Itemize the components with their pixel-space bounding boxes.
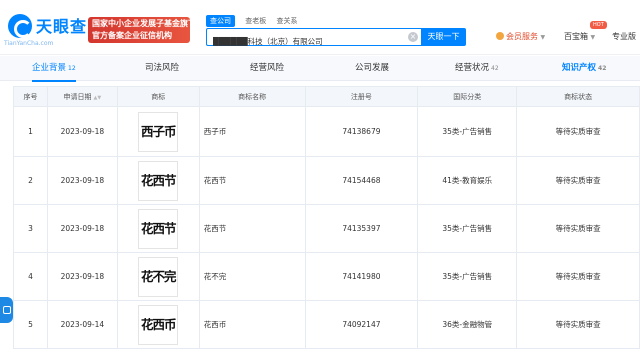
row-reg-no: 74135397 bbox=[304, 204, 419, 253]
chevron-down-icon: ▼ bbox=[590, 34, 596, 41]
col-header-status: 商标状态 bbox=[516, 86, 640, 107]
row-class: 41类-教育娱乐 bbox=[417, 156, 518, 205]
row-index: 1 bbox=[13, 106, 48, 157]
tianyancha-logo[interactable]: 天眼查 TianYanCha.com bbox=[4, 12, 86, 48]
hot-badge: HOT bbox=[590, 21, 607, 29]
promo-banner[interactable]: 国家中小企业发展子基金旗下 官方备案企业征信机构 bbox=[88, 17, 190, 43]
row-mark-name[interactable]: 西子币 bbox=[198, 106, 306, 157]
search-type-tabs: 查公司 查老板 查关系 bbox=[206, 15, 305, 27]
search-box: × bbox=[206, 28, 421, 50]
search-input[interactable] bbox=[207, 33, 421, 50]
tab-label: 企业背景 bbox=[32, 63, 67, 73]
crown-icon bbox=[496, 32, 504, 40]
row-class: 35类-广告销售 bbox=[417, 252, 518, 301]
row-index: 2 bbox=[13, 156, 48, 205]
row-mark-name[interactable]: 花西节 bbox=[198, 156, 306, 205]
tab-count: 12 bbox=[68, 65, 76, 72]
col-header-date-label: 申请日期 bbox=[63, 92, 92, 101]
row-mark-image[interactable]: 花不完 bbox=[116, 252, 200, 301]
trademark-image: 花西币 bbox=[138, 304, 179, 345]
section-tabs: 企业背景 12 司法风险 经营风险 公司发展 经营状况 42 知识产权 42 bbox=[0, 56, 640, 82]
row-mark-image[interactable]: 花西节 bbox=[116, 204, 200, 253]
col-header-class: 国际分类 bbox=[417, 86, 518, 107]
tab-label: 知识产权 bbox=[562, 63, 597, 73]
search-tab-relation[interactable]: 查关系 bbox=[276, 16, 297, 26]
trademark-image: 西子币 bbox=[138, 111, 179, 152]
top-header: 天眼查 TianYanCha.com 国家中小企业发展子基金旗下 官方备案企业征… bbox=[0, 0, 640, 55]
row-mark-name[interactable]: 花西节 bbox=[198, 204, 306, 253]
row-index: 3 bbox=[13, 204, 48, 253]
trademark-table: 序号 申请日期 ▲▼ 商标 商标名称 注册号 国际分类 商标状态 1 2023-0… bbox=[13, 86, 640, 349]
row-status: 等待实质审查 bbox=[516, 204, 640, 253]
col-header-reg-no: 注册号 bbox=[304, 86, 419, 107]
row-mark-image[interactable]: 西子币 bbox=[116, 106, 200, 157]
clear-icon[interactable]: × bbox=[408, 32, 418, 42]
row-status: 等待实质审查 bbox=[516, 156, 640, 205]
row-reg-no: 74154468 bbox=[304, 156, 419, 205]
tab-judicial-risk[interactable]: 司法风险 bbox=[145, 56, 179, 81]
search-tab-boss[interactable]: 查老板 bbox=[245, 16, 266, 26]
row-date: 2023-09-18 bbox=[46, 106, 118, 157]
floating-chat-button[interactable] bbox=[0, 297, 13, 323]
table-row[interactable]: 5 2023-09-14 花西币 花西币 74092147 36类-金融物管 等… bbox=[13, 300, 640, 349]
tab-label: 经营风险 bbox=[250, 63, 285, 73]
row-class: 35类-广告销售 bbox=[417, 204, 518, 253]
row-date: 2023-09-18 bbox=[46, 156, 118, 205]
row-reg-no: 74138679 bbox=[304, 106, 419, 157]
trademark-image: 花西节 bbox=[138, 160, 179, 201]
col-header-date[interactable]: 申请日期 ▲▼ bbox=[46, 86, 118, 107]
row-status: 等待实质审查 bbox=[516, 252, 640, 301]
logo-eye-icon bbox=[8, 14, 32, 38]
tab-label: 公司发展 bbox=[355, 63, 390, 73]
row-mark-image[interactable]: 花西币 bbox=[116, 300, 200, 349]
toolbox-label: 百宝箱 bbox=[564, 32, 588, 41]
row-mark-name[interactable]: 花不完 bbox=[198, 252, 306, 301]
vip-service-menu[interactable]: 会员服务 ▼ bbox=[496, 31, 545, 42]
vip-label: 会员服务 bbox=[506, 32, 538, 41]
promo-line-2: 官方备案企业征信机构 bbox=[92, 31, 172, 40]
chevron-down-icon: ▼ bbox=[540, 34, 546, 41]
table-row[interactable]: 1 2023-09-18 西子币 西子币 74138679 35类-广告销售 等… bbox=[13, 106, 640, 157]
tab-count: 42 bbox=[598, 65, 607, 72]
row-index: 5 bbox=[13, 300, 48, 349]
tab-label: 司法风险 bbox=[145, 63, 180, 73]
row-class: 36类-金融物管 bbox=[417, 300, 518, 349]
row-mark-image[interactable]: 花西节 bbox=[116, 156, 200, 205]
row-mark-name[interactable]: 花西币 bbox=[198, 300, 306, 349]
row-reg-no: 74141980 bbox=[304, 252, 419, 301]
logo-domain: TianYanCha.com bbox=[4, 40, 54, 47]
pro-edition-link[interactable]: 专业版 bbox=[612, 31, 636, 42]
row-date: 2023-09-14 bbox=[46, 300, 118, 349]
row-index: 4 bbox=[13, 252, 48, 301]
logo-text: 天眼查 bbox=[36, 17, 88, 36]
search-tab-company[interactable]: 查公司 bbox=[206, 15, 235, 27]
tab-intellectual-property[interactable]: 知识产权 42 bbox=[562, 56, 606, 81]
tab-label: 经营状况 bbox=[455, 63, 490, 73]
trademark-image: 花西节 bbox=[138, 208, 179, 249]
toolbox-menu[interactable]: 百宝箱 ▼ bbox=[564, 31, 595, 42]
tab-operating-risk[interactable]: 经营风险 bbox=[250, 56, 284, 81]
table-row[interactable]: 4 2023-09-18 花不完 花不完 74141980 35类-广告销售 等… bbox=[13, 252, 640, 301]
row-date: 2023-09-18 bbox=[46, 252, 118, 301]
tab-enterprise-background[interactable]: 企业背景 12 bbox=[32, 56, 76, 82]
tab-company-development[interactable]: 公司发展 bbox=[355, 56, 389, 81]
trademark-image: 花不完 bbox=[138, 256, 179, 297]
row-reg-no: 74092147 bbox=[304, 300, 419, 349]
table-row[interactable]: 2 2023-09-18 花西节 花西节 74154468 41类-教育娱乐 等… bbox=[13, 156, 640, 205]
search-button[interactable]: 天眼一下 bbox=[421, 28, 466, 46]
table-row[interactable]: 3 2023-09-18 花西节 花西节 74135397 35类-广告销售 等… bbox=[13, 204, 640, 253]
col-header-index: 序号 bbox=[13, 86, 48, 107]
sort-icon[interactable]: ▲▼ bbox=[94, 95, 102, 101]
row-status: 等待实质审查 bbox=[516, 106, 640, 157]
row-status: 等待实质审查 bbox=[516, 300, 640, 349]
row-date: 2023-09-18 bbox=[46, 204, 118, 253]
tab-operating-status[interactable]: 经营状况 42 bbox=[455, 56, 499, 81]
col-header-mark: 商标 bbox=[116, 86, 200, 107]
col-header-mark-name: 商标名称 bbox=[198, 86, 306, 107]
promo-line-1: 国家中小企业发展子基金旗下 bbox=[92, 19, 190, 28]
tab-count: 42 bbox=[491, 65, 499, 72]
row-class: 35类-广告销售 bbox=[417, 106, 518, 157]
table-header-row: 序号 申请日期 ▲▼ 商标 商标名称 注册号 国际分类 商标状态 bbox=[13, 86, 640, 107]
